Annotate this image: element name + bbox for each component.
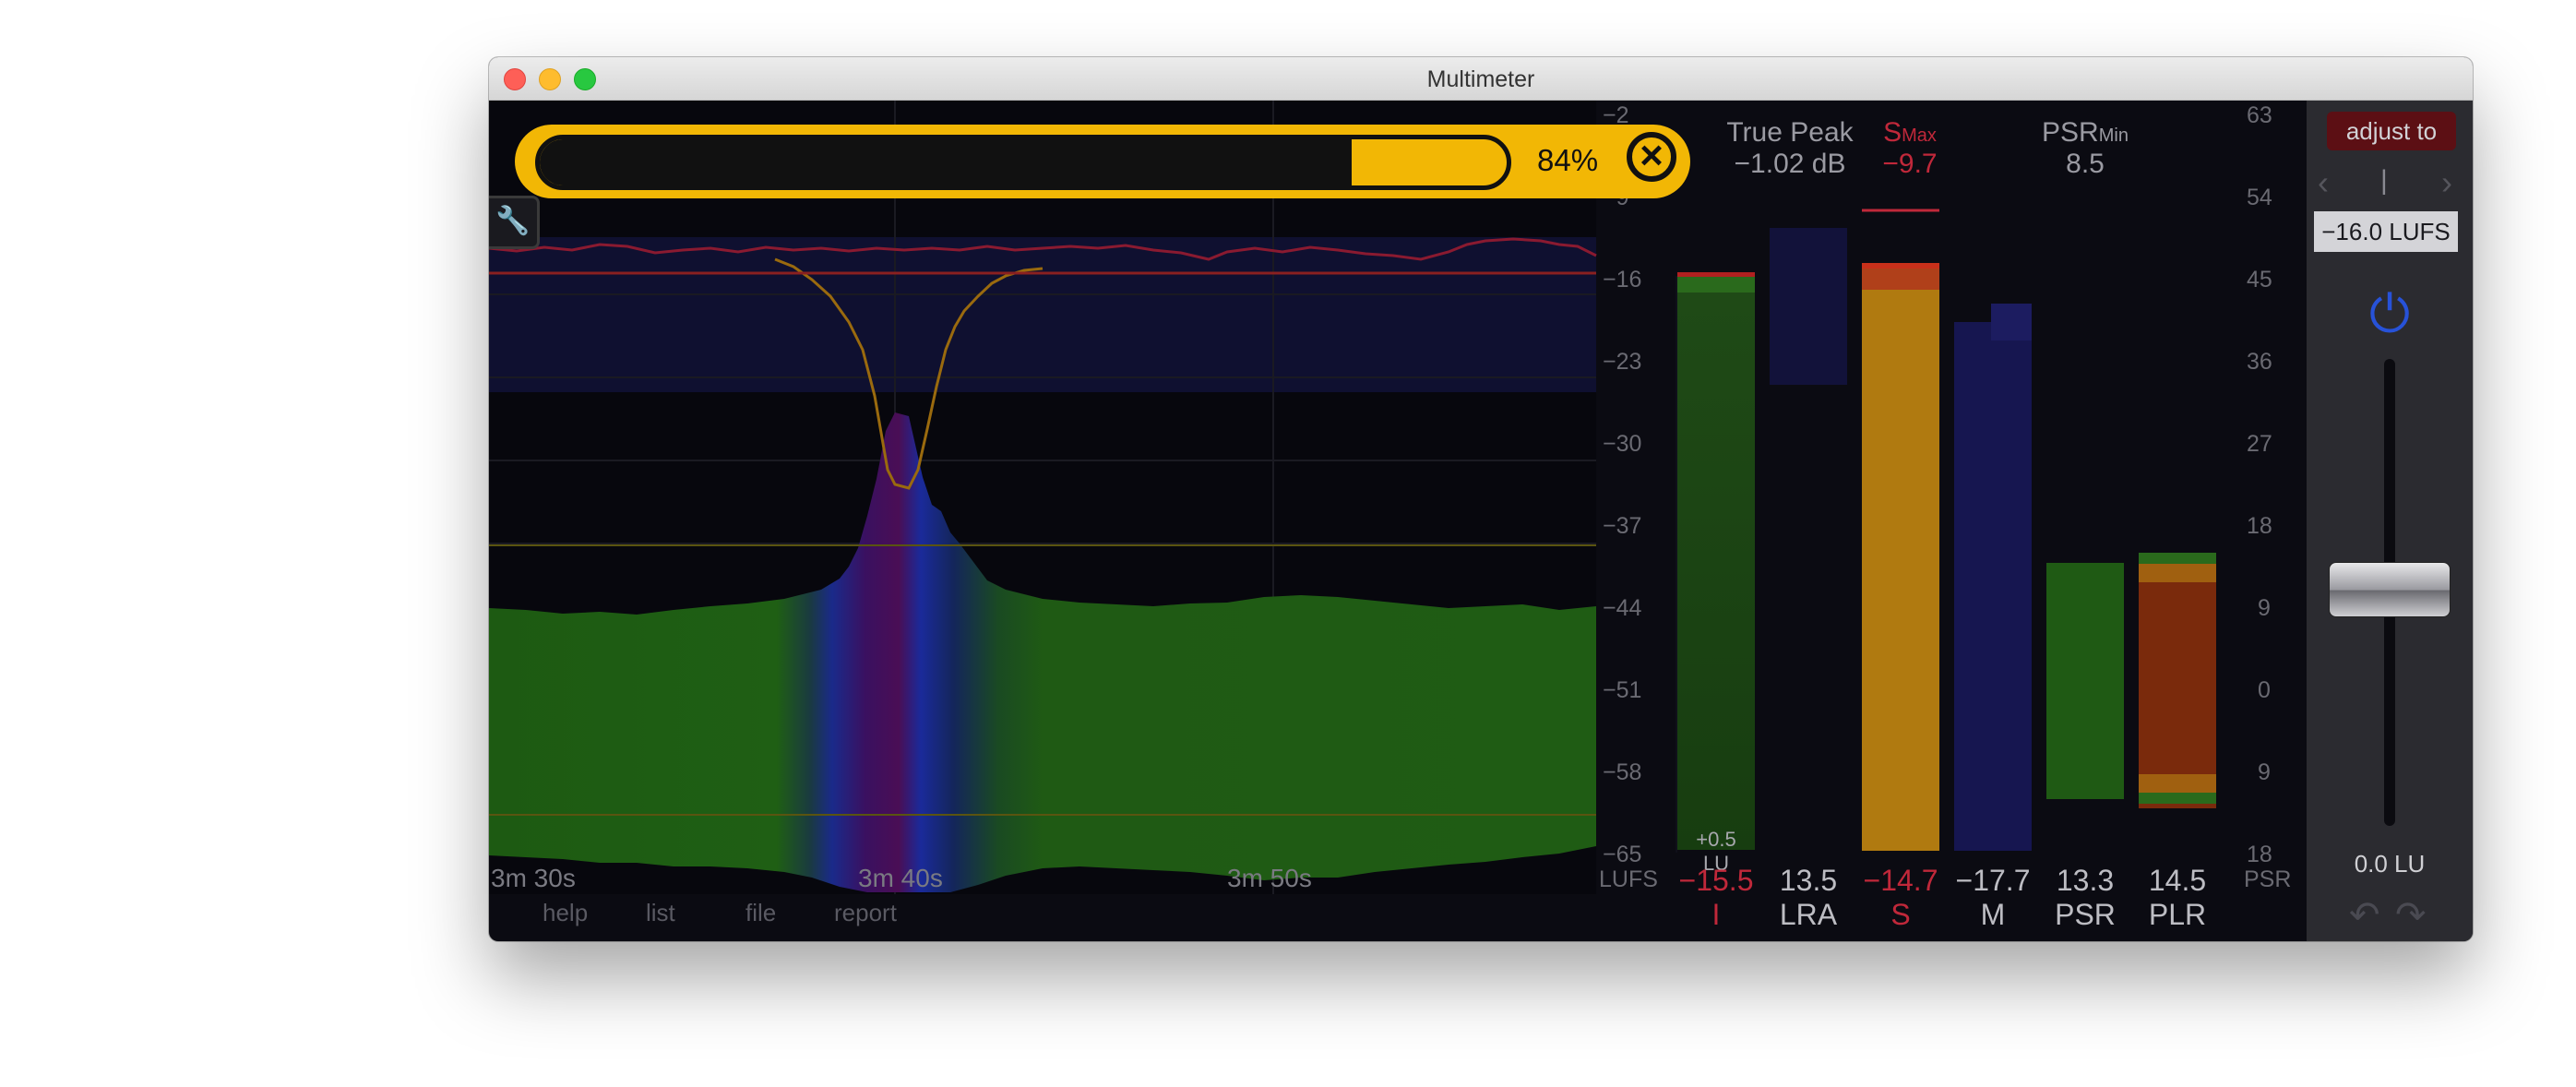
menu-list[interactable]: list [646, 899, 675, 927]
svg-text:−51: −51 [1603, 677, 1641, 703]
lufs-scale: −2 −9 −16 −23 −30 −37 −44 −51 −58 −65 LU… [1599, 102, 1658, 892]
meter-bar-psr [2046, 563, 2124, 799]
svg-text:9: 9 [2258, 759, 2271, 785]
psr-min-readout: PSRMin 8.5 [2021, 117, 2150, 180]
integrated-inner-value: +0.5 [1696, 828, 1735, 851]
chevron-left-icon[interactable]: ‹ [2318, 163, 2329, 202]
gain-readout: 0.0 LU [2354, 850, 2426, 878]
svg-text:−58: −58 [1603, 759, 1641, 785]
meter-value-momentary: −17.7 [1956, 864, 2031, 897]
wrench-icon[interactable]: 🔧 [489, 196, 540, 249]
menu-file[interactable]: file [745, 899, 776, 927]
gain-fader-handle[interactable] [2329, 562, 2451, 617]
chevron-right-icon[interactable]: › [2441, 163, 2452, 202]
smax-value: −9.7 [1882, 149, 1938, 179]
meter-bar-integrated [1677, 293, 1755, 850]
progress-track [535, 135, 1511, 190]
meter-value-short-term: −14.7 [1864, 864, 1938, 897]
smax-label: S [1883, 117, 1902, 148]
timeline-label: 3m 30s [491, 864, 576, 892]
meter-label-integrated: I [1712, 898, 1721, 931]
target-range-band [489, 237, 1596, 392]
svg-text:63: 63 [2247, 102, 2272, 128]
svg-text:45: 45 [2247, 267, 2272, 293]
window-title: Multimeter [1426, 66, 1535, 92]
psr-min-label: PSR [2042, 117, 2099, 148]
svg-text:18: 18 [2247, 842, 2272, 867]
meter-bars: +0.5 LU [1676, 209, 2216, 875]
svg-text:9: 9 [2258, 595, 2271, 621]
preset-value: | [2380, 165, 2388, 196]
svg-text:27: 27 [2247, 431, 2272, 457]
meter-label-plr: PLR [2149, 898, 2206, 931]
redo-icon[interactable]: ↷ [2395, 894, 2427, 937]
psr-min-sub: Min [2098, 125, 2129, 146]
svg-text:−30: −30 [1603, 431, 1641, 457]
meter-label-short-term: S [1890, 898, 1910, 931]
side-panel: adjust to ‹ | › −16.0 LUFS ⏻ 0.0 LU ↶ ↷ [2307, 101, 2473, 941]
plugin-content: 3m 30s 3m 40s 3m 50s −2 −9 −16 −23 −30 −… [489, 101, 2473, 941]
svg-text:0: 0 [2258, 677, 2271, 703]
meter-value-integrated: −15.5 [1679, 864, 1754, 897]
power-icon[interactable]: ⏻ [2357, 281, 2422, 346]
adjust-to-button[interactable]: adjust to [2327, 112, 2456, 150]
menu-report[interactable]: report [834, 899, 897, 927]
meter-bar-plr [2139, 564, 2216, 808]
meter-label-psr: PSR [2055, 898, 2116, 931]
meter-canvas: 3m 30s 3m 40s 3m 50s −2 −9 −16 −23 −30 −… [489, 101, 2291, 931]
multimeter-window: Multimeter 3m 30s 3m 40s 3m 50s −2 −16 −… [489, 57, 2473, 941]
svg-text:−23: −23 [1603, 349, 1641, 375]
svg-text:LUFS: LUFS [1599, 866, 1658, 892]
svg-text:18: 18 [2247, 513, 2272, 539]
menu-help[interactable]: help [543, 899, 588, 927]
progress-percent: 84% [1537, 143, 1599, 177]
meter-value-psr: 13.3 [2057, 864, 2114, 897]
meter-value-lra: 13.5 [1780, 864, 1837, 897]
smax-sub: Max [1902, 125, 1937, 146]
psr-scale: 63 54 45 36 27 18 9 0 9 18 PSR [2244, 102, 2291, 892]
title-bar[interactable]: Multimeter [489, 57, 2473, 101]
analysis-progress: 84% × [515, 125, 1690, 198]
meter-label-momentary: M [1981, 898, 2006, 931]
svg-text:54: 54 [2247, 185, 2272, 210]
svg-text:−16: −16 [1603, 267, 1641, 293]
meter-bar-momentary [1954, 322, 2032, 851]
meter-value-plr: 14.5 [2149, 864, 2206, 897]
progress-fill [540, 139, 1353, 185]
svg-text:36: 36 [2247, 349, 2272, 375]
cancel-analysis-button[interactable]: × [1627, 132, 1676, 182]
target-lufs-field[interactable]: −16.0 LUFS [2314, 211, 2458, 252]
smax-readout: SMax −9.7 [1854, 117, 1965, 180]
svg-text:−37: −37 [1603, 513, 1641, 539]
psr-min-value: 8.5 [2066, 149, 2105, 179]
meter-label-lra: LRA [1780, 898, 1838, 931]
svg-text:PSR: PSR [2244, 866, 2291, 892]
svg-text:−44: −44 [1603, 595, 1642, 621]
svg-text:−65: −65 [1603, 842, 1641, 867]
timeline-label: 3m 40s [858, 864, 943, 892]
meter-bar-lra [1770, 228, 1847, 385]
meter-bar-short-term [1862, 290, 1939, 851]
timeline-label: 3m 50s [1227, 864, 1312, 892]
undo-icon[interactable]: ↶ [2349, 894, 2380, 937]
